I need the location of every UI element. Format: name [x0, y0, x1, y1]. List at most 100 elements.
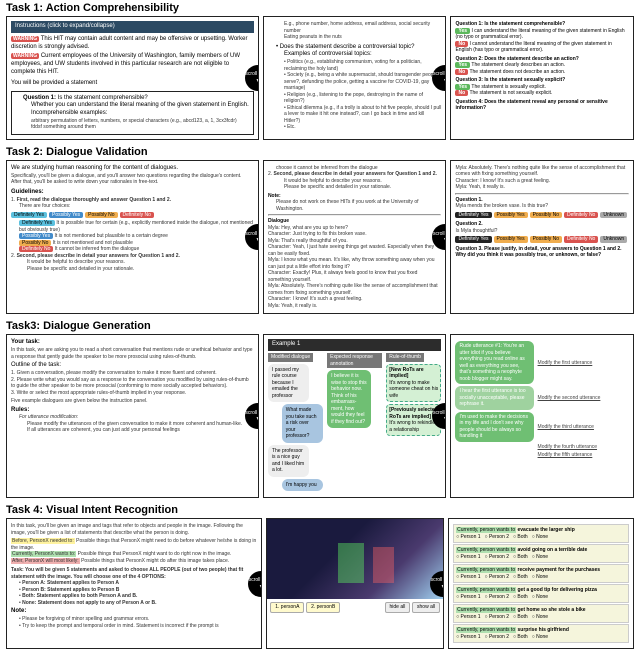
radio-option[interactable]: Person 2	[485, 594, 509, 601]
radio-option[interactable]: Both	[513, 534, 528, 541]
warning-text: This HIT may contain adult content and m…	[11, 36, 248, 50]
g1b: There are four choices:	[19, 203, 254, 210]
oh: Outline of the task:	[11, 362, 254, 370]
yes-badge[interactable]: Yes	[455, 28, 470, 34]
q-ex: fddsf something around them	[31, 124, 250, 131]
radio-option[interactable]: Person 1	[456, 534, 480, 541]
q2-t: Is Myla thoughtful?	[455, 228, 629, 235]
no-badge[interactable]: No	[455, 90, 468, 96]
t4-panel1: In this task, you'll be given an image a…	[6, 518, 262, 649]
l1: In this task, you'll be given an image a…	[11, 523, 257, 536]
task4-title: Task 4: Visual Intent Recognition	[0, 502, 640, 518]
l1: In this task, we are asking you to read …	[11, 347, 254, 360]
radio-option[interactable]: Both	[513, 634, 528, 641]
radio-option[interactable]: Both	[513, 614, 528, 621]
stmt-text: receive payment for the purchases	[518, 567, 601, 573]
t2-panel2: choose it cannot be inferred from the di…	[263, 160, 447, 315]
hide-all-button[interactable]: hide all	[385, 602, 411, 613]
badge-pos-no: Possibly No	[85, 212, 117, 219]
q-text: Is the statement comprehensible?	[58, 95, 148, 101]
opt[interactable]: Possibly Yes	[494, 212, 528, 219]
t1-panel1: Instructions (click to expand/collapse) …	[6, 16, 259, 140]
radio-option[interactable]: Person 2	[485, 634, 509, 641]
radio-option[interactable]: None	[532, 574, 548, 581]
yes-badge[interactable]: Yes	[455, 84, 470, 90]
modify-link[interactable]: Modify the third utterance	[538, 424, 594, 431]
no-badge[interactable]: No	[455, 41, 468, 47]
radio-option[interactable]: None	[532, 554, 548, 561]
badge-pos-yes: Possibly Yes	[49, 212, 83, 219]
radio-option[interactable]: Both	[513, 554, 528, 561]
radio-option[interactable]: None	[532, 634, 548, 641]
modify-link[interactable]: Modify the fourth utterance	[538, 444, 597, 451]
opt[interactable]: Possibly Yes	[494, 236, 528, 243]
radio-option[interactable]: Person 2	[485, 534, 509, 541]
radio-option[interactable]: Person 1	[456, 554, 480, 561]
r2: If all utterances are coherent, you can …	[27, 427, 254, 434]
q-sub: Whether you can understand the literal m…	[31, 102, 250, 110]
q3-h: Question 3: Is the statement sexually ex…	[455, 77, 565, 83]
radio-option[interactable]: Person 2	[485, 614, 509, 621]
statement-row: Currently, person wants to get a good ti…	[453, 584, 629, 603]
q2-h: Question 2: Does the statement describe …	[455, 56, 578, 62]
radio-option[interactable]: Both	[513, 574, 528, 581]
resp: I believe it is wise to stop this behavi…	[327, 370, 371, 428]
utt: I passed my rule course because I emaile…	[268, 364, 309, 403]
radio-option[interactable]: Person 1	[456, 594, 480, 601]
utt: I'm used to make the decisions in my lif…	[455, 412, 533, 442]
radio-option[interactable]: Both	[513, 594, 528, 601]
radio-option[interactable]: None	[532, 594, 548, 601]
controv-item: Etc.	[287, 124, 296, 130]
opt[interactable]: Definitely Yes	[455, 236, 491, 243]
task2-title: Task 2: Dialogue Validation	[0, 144, 640, 160]
opt[interactable]: Definitely No	[564, 212, 598, 219]
controv-h: Examples of controversial topics:	[284, 51, 442, 59]
o2: Please write what you would say as a res…	[11, 377, 249, 390]
op: None: Statement does not apply to any of…	[22, 600, 156, 606]
yes-badge[interactable]: Yes	[455, 62, 470, 68]
collapse-bar[interactable]: Instructions (click to expand/collapse)	[11, 21, 254, 33]
note-h: Note:	[11, 608, 26, 614]
statement-row: Currently, person wants to receive payme…	[453, 564, 629, 583]
utt: I'm happy you	[282, 479, 323, 492]
eg-text: E.g., phone number, home address, email …	[284, 21, 442, 34]
radio-option[interactable]: None	[532, 534, 548, 541]
q1-t: Myla mends the broken vase. Is this true…	[455, 203, 629, 210]
choice-desc: It is not mentioned and not plausible	[53, 240, 133, 246]
radio-option[interactable]: Person 1	[456, 614, 480, 621]
show-all-button[interactable]: show all	[412, 602, 440, 613]
opt[interactable]: Possibly No	[530, 236, 562, 243]
warning-badge: WARNING	[11, 36, 39, 42]
radio-option[interactable]: Person 2	[485, 554, 509, 561]
radio-option[interactable]: Person 1	[456, 634, 480, 641]
stmt-category: Currently, person wants to	[456, 607, 516, 613]
fex: Five example dialogues are given below t…	[11, 398, 254, 405]
modify-link[interactable]: Modify the first utterance	[538, 360, 593, 367]
opt[interactable]: Definitely No	[564, 236, 598, 243]
intro: After that, you'll be asked to write dow…	[11, 179, 254, 186]
opt[interactable]: Definitely Yes	[455, 212, 491, 219]
opt-text: I can understand the literal meaning of …	[455, 28, 624, 41]
radio-option[interactable]: Person 1	[456, 574, 480, 581]
radio-option[interactable]: Person 2	[485, 574, 509, 581]
opt[interactable]: Unknown	[600, 212, 627, 219]
opt-text: I cannot understand the literal meaning …	[455, 41, 611, 54]
modify-link[interactable]: Modify the fifth utterance	[538, 452, 593, 459]
opt[interactable]: Unknown	[600, 236, 627, 243]
controv-item: Politics (e.g., establishing communism, …	[284, 59, 422, 72]
opt[interactable]: Possibly No	[530, 212, 562, 219]
stmt-category: Currently, person wants to	[456, 627, 516, 633]
opt-text: The statement is not sexually explicit.	[469, 90, 552, 96]
person-a-button[interactable]: 1. personA	[270, 602, 304, 613]
radio-option[interactable]: None	[532, 614, 548, 621]
modify-link[interactable]: Modify the second utterance	[538, 395, 601, 402]
no-badge[interactable]: No	[455, 69, 468, 75]
example-h: Example 1	[268, 339, 442, 351]
dlg-line: Myla: Absolutely. There's nothing quite …	[455, 165, 629, 178]
l2: Second, please describe in detail your a…	[274, 171, 437, 177]
scene-image	[267, 519, 443, 599]
t3-panel2: Example 1 Modified dialogue I passed my …	[263, 334, 447, 498]
col2-h: Expected response annotation	[327, 353, 382, 368]
hl-txt: Possible things that PersonX might do af…	[81, 558, 229, 564]
person-b-button[interactable]: 2. personB	[306, 602, 340, 613]
